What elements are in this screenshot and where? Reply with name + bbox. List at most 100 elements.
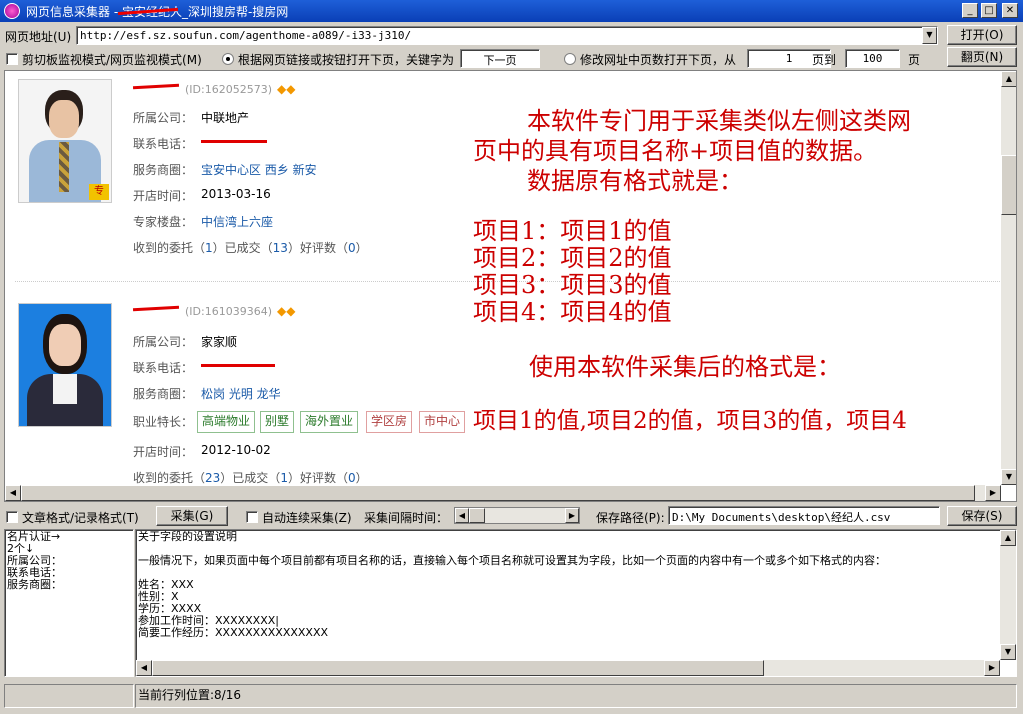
stats-text: ） xyxy=(355,471,368,485)
stats-text: ）已成交（ xyxy=(212,241,273,255)
agent-photo-2[interactable] xyxy=(18,303,112,427)
browser-vscrollbar[interactable]: ▲ ▼ xyxy=(1001,71,1016,485)
expert-badge: 专 xyxy=(89,184,109,200)
link-mode-radio[interactable] xyxy=(222,53,234,65)
to-page-input[interactable]: 100 xyxy=(845,49,900,68)
keyword-input[interactable]: 下一页 xyxy=(460,49,540,68)
skill-tag[interactable]: 高端物业 xyxy=(197,411,256,433)
help-title: 关于字段的设置说明 xyxy=(138,530,237,543)
app-icon xyxy=(4,3,20,19)
name-redaction-2 xyxy=(132,305,180,312)
maximize-button[interactable]: □ xyxy=(981,3,997,18)
scroll-up-button[interactable]: ▲ xyxy=(1001,71,1016,87)
interval-thumb[interactable] xyxy=(469,508,485,523)
url-mode-label: 修改网址中页数打开下页，从 xyxy=(580,53,737,67)
page-turn-button[interactable]: 翻页(N) xyxy=(947,47,1017,67)
stats-number[interactable]: 1 xyxy=(280,471,288,485)
scroll-right-button[interactable]: ▶ xyxy=(985,485,1001,501)
stats-text: 收到的委托（ xyxy=(133,241,206,255)
company-value: 家家顺 xyxy=(201,335,238,349)
expert-value[interactable]: 中信湾上六座 xyxy=(201,213,273,230)
agent-id-2: (ID:161039364) xyxy=(185,305,272,318)
web-view[interactable]: 专 (ID:162052573) ◆◆ 所属公司： 中联地产 联系电话： 服务商… xyxy=(4,70,1017,502)
scroll-up-button[interactable]: ▲ xyxy=(1000,530,1016,546)
stats-number[interactable]: 0 xyxy=(348,471,356,485)
area-links[interactable]: 松岗 光明 龙华 xyxy=(201,385,281,402)
help-hscrollbar[interactable]: ◀ ▶ xyxy=(136,660,1000,676)
stats-text: ）好评数（ xyxy=(287,471,348,485)
address-label: 网页地址(U) xyxy=(5,30,72,44)
stats-text: ）已成交（ xyxy=(220,471,281,485)
interval-increase-button[interactable]: ▶ xyxy=(565,508,579,523)
clipboard-mode-checkbox[interactable] xyxy=(6,53,18,65)
save-path-label: 保存路径(P): xyxy=(596,511,665,525)
url-mode-radio[interactable] xyxy=(564,53,576,65)
skill-tag[interactable]: 海外置业 xyxy=(300,411,359,433)
agent-id-1: (ID:162052573) xyxy=(185,83,272,96)
stats-number[interactable]: 13 xyxy=(273,241,288,255)
scroll-down-button[interactable]: ▼ xyxy=(1001,469,1016,485)
stats-number[interactable]: 0 xyxy=(348,241,356,255)
expert-label: 专家楼盘： xyxy=(133,215,194,229)
scroll-left-button[interactable]: ◀ xyxy=(136,660,152,676)
help-textarea[interactable]: 关于字段的设置说明 一般情况下，如果页面中每个项目前都有项目名称的话，直接输入每… xyxy=(135,529,1017,677)
close-button[interactable]: ✕ xyxy=(1002,3,1018,18)
open-date-value: 2012-10-02 xyxy=(201,443,271,457)
open-date-label: 开店时间： xyxy=(133,189,194,203)
skill-tag[interactable]: 学区房 xyxy=(366,411,413,433)
stats-number[interactable]: 23 xyxy=(205,471,220,485)
phone-label: 联系电话： xyxy=(133,361,194,375)
fields-textarea[interactable]: 名片认证→ 2个↓ 所属公司： 联系电话： 服务商圈： xyxy=(4,529,134,677)
status-pane-left xyxy=(4,684,134,708)
stats-text: ）好评数（ xyxy=(287,241,348,255)
area-label: 服务商圈： xyxy=(133,163,194,177)
area-label: 服务商圈： xyxy=(133,387,194,401)
interval-decrease-button[interactable]: ◀ xyxy=(455,508,469,523)
field-line: 服务商圈： xyxy=(7,578,62,591)
help-intro: 一般情况下，如果页面中每个项目前都有项目名称的话，直接输入每个项目名称就可设置其… xyxy=(138,554,886,567)
area-links[interactable]: 宝安中心区 西乡 新安 xyxy=(201,161,317,178)
stats-line-1: 收到的委托（1）已成交（13）好评数（0） xyxy=(133,239,368,256)
stats-text: ） xyxy=(355,241,368,255)
page-unit-label: 页 xyxy=(908,53,921,67)
stats-line-2: 收到的委托（23）已成交（1）好评数（0） xyxy=(133,469,368,486)
stats-number[interactable]: 1 xyxy=(205,241,213,255)
help-example: 姓名：XXX xyxy=(138,578,194,591)
stats-text: 收到的委托（ xyxy=(133,471,206,485)
interval-slider[interactable]: ◀ ▶ xyxy=(454,507,580,524)
company-label: 所属公司： xyxy=(133,111,194,125)
annotation-line-3: 数据原有格式就是： xyxy=(527,167,743,195)
open-date-value: 2013-03-16 xyxy=(201,187,271,201)
scroll-left-button[interactable]: ◀ xyxy=(5,485,21,501)
save-path-input[interactable]: D:\My Documents\desktop\经纪人.csv xyxy=(668,506,940,525)
cursor-position: 当前行列位置:8/16 xyxy=(138,688,241,702)
help-vscrollbar[interactable]: ▲ ▼ xyxy=(1000,530,1016,660)
link-mode-label: 根据网页链接或按钮打开下页，关键字为 xyxy=(238,53,455,67)
agent-photo-1[interactable]: 专 xyxy=(18,79,112,203)
url-dropdown-button[interactable]: ▼ xyxy=(922,27,937,44)
hscroll-thumb[interactable] xyxy=(21,485,975,501)
scroll-down-button[interactable]: ▼ xyxy=(1000,644,1016,660)
open-button[interactable]: 打开(O) xyxy=(947,25,1017,45)
save-button[interactable]: 保存(S) xyxy=(947,506,1017,526)
name-redaction-1 xyxy=(132,83,180,90)
scroll-right-button[interactable]: ▶ xyxy=(984,660,1000,676)
phone-redaction-1 xyxy=(201,140,267,143)
url-input[interactable]: http://esf.sz.soufun.com/agenthome-a089/… xyxy=(76,26,938,45)
collect-button[interactable]: 采集(G) xyxy=(156,506,228,526)
diamond-icon: ◆◆ xyxy=(277,304,296,318)
scroll-thumb[interactable] xyxy=(1001,155,1016,215)
annotation-after: 使用本软件采集后的格式是： xyxy=(529,353,841,381)
minimize-button[interactable]: _ xyxy=(962,3,978,18)
status-pane-right: 当前行列位置:8/16 xyxy=(135,684,1017,708)
auto-collect-checkbox[interactable] xyxy=(246,511,258,523)
skill-tag[interactable]: 市中心 xyxy=(419,411,466,433)
clipboard-mode-label: 剪切板监视模式/网页监视模式(M) xyxy=(22,53,202,67)
article-format-checkbox[interactable] xyxy=(6,511,18,523)
skill-tag[interactable]: 别墅 xyxy=(260,411,295,433)
phone-redaction-2 xyxy=(201,364,275,367)
browser-hscrollbar[interactable]: ◀ ▶ xyxy=(5,485,1001,501)
to-page-label: 页到 xyxy=(812,53,837,67)
open-date-label: 开店时间： xyxy=(133,445,194,459)
hscroll-thumb[interactable] xyxy=(152,660,764,676)
